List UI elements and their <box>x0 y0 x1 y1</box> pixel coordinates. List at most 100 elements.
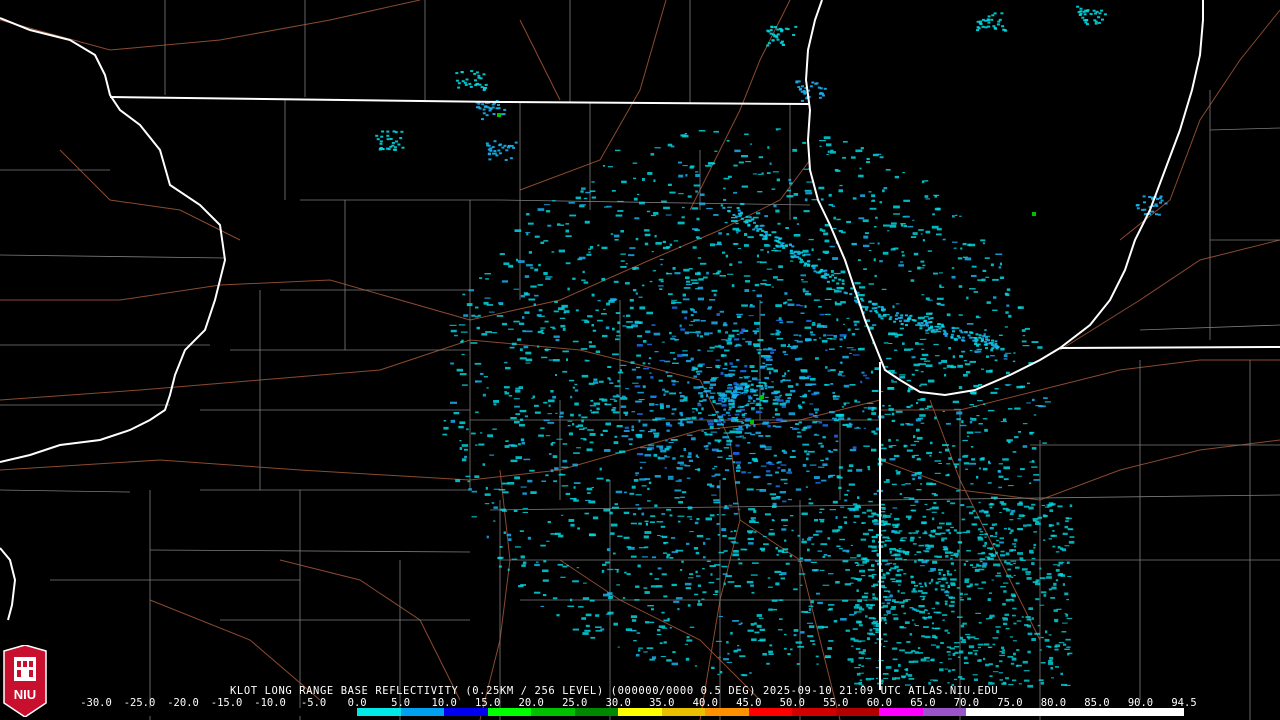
echo-pixel <box>722 206 726 209</box>
echo-pixel <box>1054 648 1059 651</box>
echo-pixel <box>890 608 896 610</box>
echo-pixel <box>908 660 914 663</box>
echo-pixel <box>1003 29 1007 32</box>
echo-pixel <box>573 452 580 454</box>
legend-color-swatch <box>313 708 358 716</box>
echo-pixel <box>987 15 991 18</box>
echo-pixel <box>836 318 839 322</box>
echo-pixel <box>1025 573 1031 575</box>
echo-pixel <box>1017 306 1022 309</box>
echo-pixel <box>750 420 754 424</box>
echo-pixel <box>952 215 955 218</box>
echo-pixel <box>917 399 924 401</box>
echo-pixel <box>641 512 645 516</box>
echo-pixel <box>694 593 699 596</box>
echo-pixel <box>550 326 555 328</box>
echo-pixel <box>855 604 860 607</box>
echo-pixel <box>935 532 941 535</box>
echo-pixel <box>719 275 726 277</box>
echo-pixel <box>541 332 545 335</box>
echo-pixel <box>661 611 665 614</box>
echo-pixel <box>662 246 670 250</box>
echo-pixel <box>939 284 942 288</box>
echo-pixel <box>885 515 891 518</box>
echo-pixel <box>1049 656 1054 660</box>
echo-pixel <box>713 499 720 502</box>
echo-pixel <box>615 214 623 217</box>
echo-pixel <box>775 582 780 586</box>
echo-pixel <box>994 388 999 390</box>
echo-pixel <box>947 586 950 589</box>
echo-pixel <box>933 627 938 629</box>
echo-pixel <box>611 190 616 192</box>
echo-pixel <box>1022 660 1028 664</box>
echo-pixel <box>461 80 465 83</box>
echo-pixel <box>850 544 853 546</box>
echo-pixel <box>736 469 741 472</box>
echo-pixel <box>999 679 1003 681</box>
echo-pixel <box>1035 521 1040 523</box>
echo-pixel <box>706 207 713 210</box>
echo-pixel <box>535 561 539 563</box>
echo-pixel <box>732 428 739 430</box>
echo-pixel <box>784 539 787 542</box>
echo-pixel <box>665 456 670 458</box>
echo-pixel <box>455 79 459 82</box>
echo-pixel <box>733 338 740 341</box>
echo-pixel <box>705 448 709 450</box>
echo-pixel <box>998 18 1002 21</box>
echo-pixel <box>977 536 982 539</box>
echo-pixel <box>978 568 985 571</box>
echo-pixel <box>1033 479 1040 481</box>
echo-pixel <box>586 487 593 491</box>
echo-pixel <box>881 559 888 562</box>
echo-pixel <box>727 273 734 275</box>
echo-pixel <box>682 165 688 167</box>
echo-pixel <box>840 506 845 508</box>
echo-pixel <box>478 107 482 110</box>
echo-pixel <box>800 312 805 314</box>
echo-pixel <box>848 483 856 486</box>
echo-pixel <box>513 398 520 400</box>
echo-pixel <box>746 488 754 491</box>
echo-pixel <box>845 629 850 632</box>
echo-pixel <box>884 539 892 542</box>
echo-pixel <box>1057 564 1061 567</box>
echo-pixel <box>661 417 666 420</box>
echo-pixel <box>723 432 731 434</box>
echo-pixel <box>960 247 963 250</box>
echo-pixel <box>953 642 960 644</box>
echo-pixel <box>464 455 467 458</box>
echo-pixel <box>712 400 716 403</box>
echo-pixel <box>570 598 573 602</box>
echo-pixel <box>645 621 650 624</box>
echo-pixel <box>824 239 830 243</box>
echo-pixel <box>967 334 971 337</box>
echo-pixel <box>907 674 913 677</box>
echo-pixel <box>982 269 987 272</box>
echo-pixel <box>869 207 877 210</box>
echo-pixel <box>868 283 874 285</box>
echo-pixel <box>458 425 464 429</box>
echo-pixel <box>811 543 815 545</box>
echo-pixel <box>574 383 578 386</box>
echo-pixel <box>635 494 642 496</box>
echo-pixel <box>893 213 900 215</box>
echo-pixel <box>677 354 683 358</box>
echo-pixel <box>684 316 687 320</box>
echo-pixel <box>823 554 828 556</box>
echo-pixel <box>752 562 759 564</box>
echo-pixel <box>968 511 974 515</box>
echo-pixel <box>616 335 621 337</box>
echo-pixel <box>808 498 812 500</box>
echo-pixel <box>617 646 620 648</box>
echo-pixel <box>738 562 743 565</box>
echo-pixel <box>933 679 938 682</box>
echo-pixel <box>985 276 990 278</box>
echo-pixel <box>747 342 752 346</box>
echo-pixel <box>697 402 701 405</box>
echo-pixel <box>853 639 859 642</box>
echo-pixel <box>742 416 746 418</box>
echo-pixel <box>513 320 520 323</box>
echo-pixel <box>804 189 812 192</box>
